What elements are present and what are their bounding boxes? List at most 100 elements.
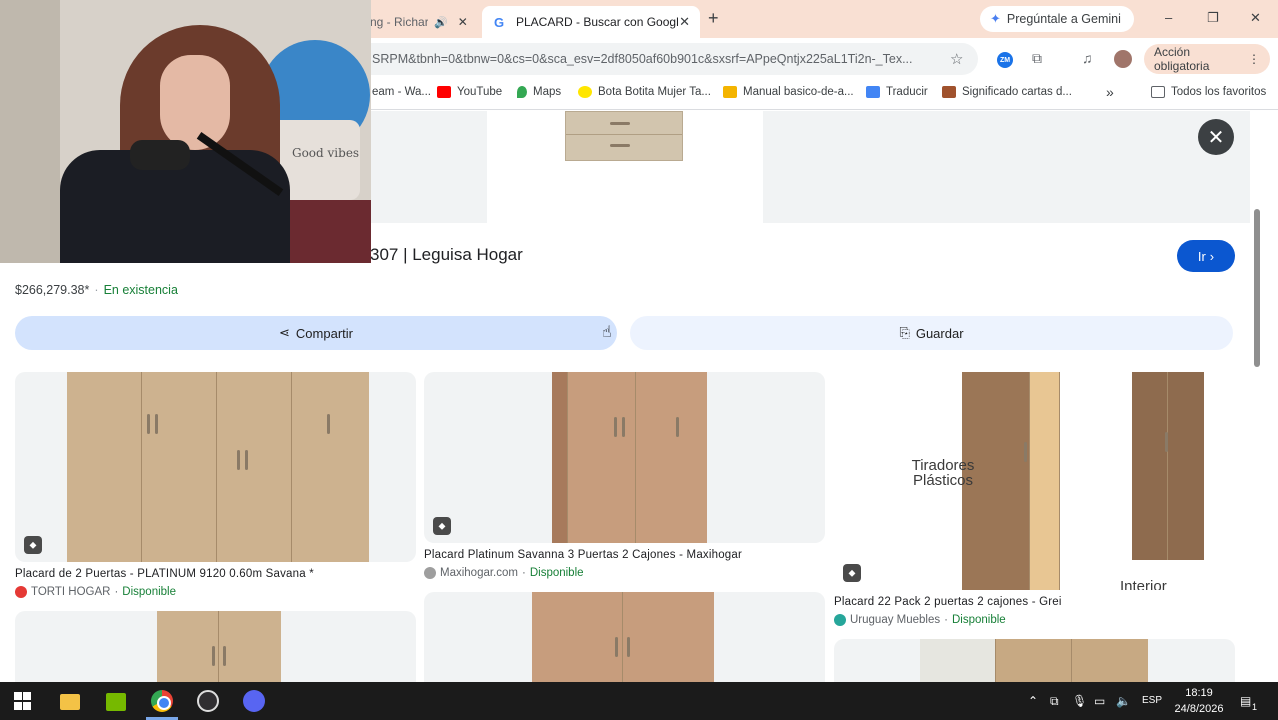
more-vert-icon: ⋮ — [1248, 52, 1260, 66]
save-button[interactable]: ⎘ Guardar — [630, 316, 1233, 350]
volume-icon[interactable]: 🔈 — [1116, 694, 1131, 708]
chrome-icon[interactable] — [151, 690, 173, 712]
price: $266,279.38* — [15, 283, 90, 297]
gemini-label: Pregúntale a Gemini — [1006, 12, 1121, 26]
product-title[interactable]: 307 | Leguisa Hogar — [370, 245, 523, 265]
bookmark-item[interactable]: Significado cartas d... — [942, 86, 1072, 98]
wardrobe-door — [157, 611, 219, 682]
profile-avatar[interactable] — [1114, 50, 1132, 68]
media-control-icon[interactable]: ♫ — [1082, 50, 1093, 66]
share-button[interactable]: ⋖ Compartir — [15, 316, 617, 350]
wardrobe-door — [217, 372, 292, 562]
bookmark-icon: ⎘ — [899, 325, 910, 340]
door-handle — [622, 417, 625, 437]
page-scrollbar[interactable] — [1252, 111, 1262, 682]
result-card[interactable]: ⬥ Placard de 2 Puertas - PLATINUM 9120 0… — [15, 372, 416, 602]
language-indicator[interactable]: ESP — [1142, 695, 1162, 706]
new-tab-button[interactable]: + — [708, 8, 719, 29]
file-explorer-icon[interactable] — [60, 694, 80, 710]
notification-icon[interactable]: ▤ — [1240, 694, 1251, 708]
result-title[interactable]: Placard de 2 Puertas - PLATINUM 9120 0.6… — [15, 568, 314, 580]
sparkle-icon: ✦ — [990, 11, 1001, 26]
nvidia-icon[interactable] — [106, 693, 126, 711]
tab-close-icon[interactable]: ✕ — [458, 15, 468, 29]
stock-status: En existencia — [103, 283, 178, 297]
wardrobe-interior — [1030, 372, 1060, 590]
bookmark-item[interactable]: Bota Botita Mujer Ta... — [578, 86, 711, 98]
result-title[interactable]: Placard 22 Pack 2 puertas 2 cajones - Gr… — [834, 596, 1062, 608]
tab-inactive[interactable]: ng - Richar 🔊 ✕ — [370, 6, 478, 38]
wardrobe-image — [552, 372, 707, 543]
wardrobe-image — [157, 611, 281, 682]
restore-button[interactable]: ❐ — [1207, 10, 1219, 26]
discord-icon[interactable] — [243, 690, 265, 712]
door-handle — [615, 637, 618, 657]
action-required-button[interactable]: Acción obligatoria ⋮ — [1144, 44, 1270, 74]
tab-active[interactable]: G PLACARD - Buscar con Google ✕ — [482, 6, 700, 38]
bookmark-item[interactable]: YouTube — [437, 86, 502, 98]
availability: Disponible — [951, 614, 1006, 626]
windows-start-icon[interactable] — [12, 691, 32, 711]
result-title[interactable]: Placard Platinum Savanna 3 Puertas 2 Caj… — [424, 549, 742, 561]
chevron-up-icon[interactable]: ⌃ — [1028, 694, 1038, 708]
extensions-puzzle-icon[interactable]: ⧉ — [1032, 50, 1042, 67]
obs-icon[interactable] — [197, 690, 219, 712]
address-bar[interactable]: SRPM&tbnh=0&tbnw=0&cs=0&sca_esv=2df8050a… — [370, 43, 978, 75]
result-image[interactable] — [834, 639, 1235, 682]
result-card[interactable] — [424, 592, 825, 682]
wardrobe-image — [1132, 372, 1204, 560]
speaker-icon[interactable]: 🔊 — [434, 16, 448, 29]
bookmark-label: Manual basico-de-a... — [743, 86, 854, 98]
network-icon[interactable]: ▭ — [1094, 694, 1105, 708]
result-source[interactable]: Uruguay Muebles · Disponible — [834, 614, 1006, 626]
go-button[interactable]: Ir › — [1177, 240, 1235, 272]
result-card[interactable]: ⬥ Placard Platinum Savanna 3 Puertas 2 C… — [424, 372, 825, 584]
drawer-handle — [610, 144, 630, 147]
minimize-button[interactable]: – — [1165, 10, 1172, 25]
source-name: Maxihogar.com — [440, 567, 518, 579]
source-name: Uruguay Muebles — [850, 614, 941, 626]
door-handle — [245, 450, 248, 470]
webcam-person-face — [160, 55, 230, 150]
more-bookmarks-button[interactable]: » — [1106, 84, 1114, 100]
bookmark-label: Significado cartas d... — [962, 86, 1072, 98]
result-image[interactable] — [15, 611, 416, 682]
bookmark-item[interactable]: eam - Wa... — [372, 86, 431, 98]
close-window-button[interactable]: ✕ — [1250, 10, 1261, 26]
result-card[interactable] — [15, 611, 416, 682]
maps-pin-icon — [517, 86, 527, 98]
door-handle — [212, 646, 215, 666]
tab-close-icon[interactable]: ✕ — [679, 14, 690, 30]
result-source[interactable]: TORTI HOGAR · Disponible — [15, 586, 176, 598]
result-image[interactable]: Tiradores Plásticos Interior ⬥ — [834, 372, 1235, 590]
bookmark-item[interactable]: Traducir — [866, 86, 928, 98]
wardrobe-door — [67, 372, 142, 562]
price-tag-icon: ⬥ — [24, 536, 42, 554]
windows-taskbar: ⌃ ⧉ 🎙 ▭ 🔈 ESP 18:19 24/8/2026 ▤ 1 — [0, 682, 1278, 720]
result-image[interactable] — [424, 592, 825, 682]
folder-icon — [1151, 86, 1165, 98]
result-image[interactable]: ⬥ — [424, 372, 825, 543]
extension-icon[interactable]: ZM — [997, 52, 1013, 68]
bookmark-item[interactable]: Maps — [517, 86, 561, 98]
url-text[interactable]: SRPM&tbnh=0&tbnw=0&cs=0&sca_esv=2df8050a… — [372, 52, 938, 66]
bookmark-star-icon[interactable]: ☆ — [950, 50, 963, 68]
door-handle — [155, 414, 158, 434]
gemini-button[interactable]: ✦ Pregúntale a Gemini — [980, 6, 1134, 32]
close-preview-button[interactable]: ✕ — [1198, 119, 1234, 155]
preview-image[interactable] — [487, 111, 763, 223]
result-source[interactable]: Maxihogar.com · Disponible — [424, 567, 584, 579]
tray-app-icon[interactable]: ⧉ — [1050, 694, 1059, 709]
result-image[interactable]: ⬥ — [15, 372, 416, 562]
price-tag-icon: ⬥ — [843, 564, 861, 582]
bookmark-item[interactable]: Manual basico-de-a... — [723, 86, 854, 98]
system-clock[interactable]: 18:19 24/8/2026 — [1170, 685, 1228, 717]
hand-cursor-icon: ☝ — [602, 324, 612, 341]
microphone-icon[interactable]: 🎙 — [1072, 694, 1087, 708]
result-card[interactable]: Tiradores Plásticos Interior ⬥ Placard 2… — [834, 372, 1235, 630]
all-bookmarks-button[interactable]: Todos los favoritos — [1151, 86, 1266, 98]
tab-title: ng - Richar — [370, 15, 428, 29]
cards-icon — [942, 86, 956, 98]
result-card[interactable] — [834, 639, 1235, 682]
scrollbar-thumb[interactable] — [1254, 209, 1260, 367]
